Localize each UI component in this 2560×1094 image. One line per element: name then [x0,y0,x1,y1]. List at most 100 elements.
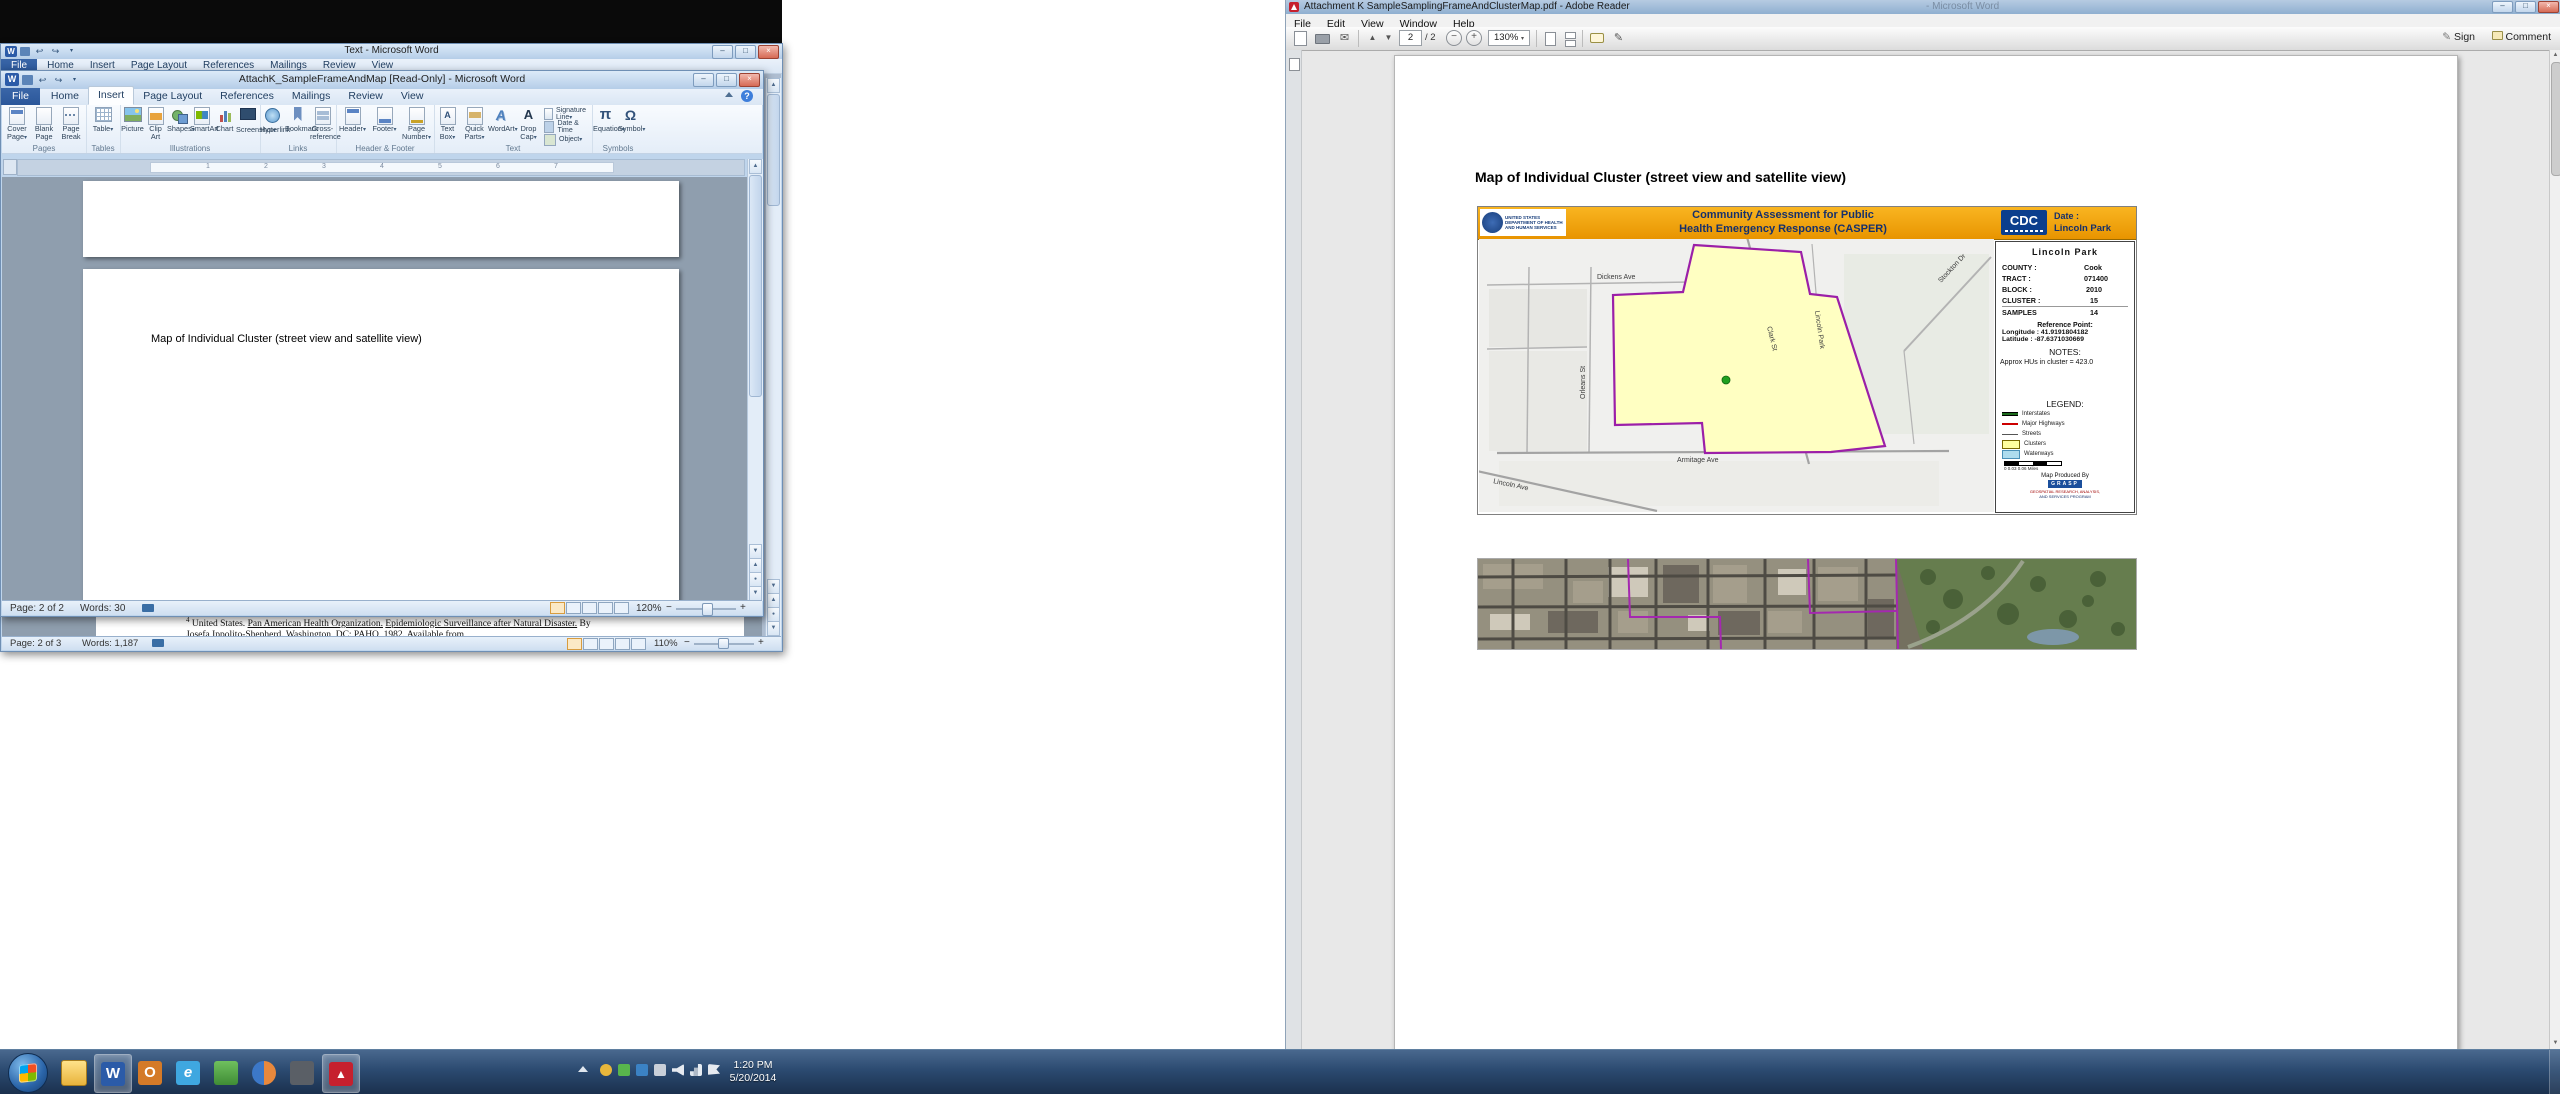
scroll-thumb[interactable] [2551,62,2560,176]
text-box-button[interactable]: A Text Box [434,106,461,143]
tab-file[interactable]: File [1,88,40,105]
scroll-thumb[interactable] [749,175,762,397]
clip-art-button[interactable]: Clip Art [144,106,167,141]
blank-page-button[interactable]: Blank Page [31,106,57,141]
action-center-flag-icon[interactable] [708,1064,720,1076]
chart-button[interactable]: Chart [213,106,236,133]
tray-icon-4[interactable] [654,1064,666,1076]
footer-button[interactable]: Footer [369,106,400,135]
scroll-up-button[interactable]: ▲ [749,159,762,174]
fullscreen-view-icon[interactable] [566,602,581,614]
zoom-slider-thumb[interactable] [718,638,729,649]
outline-view-icon[interactable] [615,638,630,650]
maximize-button[interactable]: □ [2515,1,2536,13]
continuous-view-icon[interactable] [1562,30,1579,47]
volume-icon[interactable] [672,1064,684,1076]
proofing-icon[interactable] [142,604,154,612]
page-2[interactable]: Map of Individual Cluster (street view a… [83,269,679,601]
screenshot-button[interactable]: Screenshot [236,106,259,136]
taskbar-icon-explorer[interactable] [56,1054,92,1091]
vertical-scrollbar[interactable]: ▲ ▼ ▲ ● ▼ [765,78,781,636]
minimize-button[interactable]: – [2492,1,2513,13]
date-time-button[interactable]: Date & Time [544,120,590,133]
print-layout-view-icon[interactable] [567,638,582,650]
proofing-icon[interactable] [152,639,164,647]
picture-button[interactable]: Picture [121,106,144,133]
restore-button[interactable]: □ [735,45,756,59]
signature-line-button[interactable]: Signature Line [544,107,590,120]
close-button[interactable]: × [739,73,760,87]
browse-object-button[interactable]: ● [767,607,780,622]
wordart-button[interactable]: A WordArt [488,106,515,135]
show-hidden-icons-button[interactable] [578,1066,588,1072]
header-button[interactable]: Header [337,106,368,135]
shapes-button[interactable]: Shapes [167,106,190,135]
email-icon[interactable]: ✉ [1336,30,1353,47]
prev-page-button[interactable]: ▲ [749,558,762,573]
page-thumbnails-icon[interactable] [1289,58,1300,71]
minimize-ribbon-icon[interactable] [725,92,733,97]
taskbar-icon-green-app[interactable] [208,1054,244,1091]
tab-references[interactable]: References [211,88,283,105]
scroll-down-button[interactable]: ▼ [767,579,780,594]
page-number-button[interactable]: Page Number [401,106,432,143]
zoom-level[interactable]: 110% [654,638,678,649]
hyperlink-button[interactable]: Hyperlink [260,106,285,134]
comment-bubble-icon[interactable] [1588,30,1605,47]
tab-selector[interactable] [3,159,17,175]
restore-button[interactable]: □ [716,73,737,87]
browse-object-button[interactable]: ● [749,572,762,587]
web-layout-view-icon[interactable] [599,638,614,650]
table-button[interactable]: Table [88,106,118,135]
equation-button[interactable]: π Equation [593,106,618,135]
tray-icon-2[interactable] [618,1064,630,1076]
prev-page-button[interactable]: ▲ [767,593,780,608]
next-page-button[interactable]: ▼ [749,586,762,601]
taskbar-icon-internet-explorer[interactable]: e [170,1054,206,1091]
print-layout-view-icon[interactable] [550,602,565,614]
minimize-button[interactable]: – [712,45,733,59]
cross-reference-button[interactable]: Cross-reference [310,106,335,141]
zoom-out-icon[interactable]: − [684,637,690,648]
taskbar-icon-word[interactable]: W [94,1054,132,1093]
zoom-in-icon[interactable]: + [740,602,746,613]
scroll-thumb[interactable] [767,94,780,206]
tab-insert[interactable]: Insert [88,86,134,105]
zoom-level[interactable]: 120% [636,603,662,614]
tray-icon-1[interactable] [600,1064,612,1076]
zoom-slider-thumb[interactable] [702,603,713,616]
tab-page-layout[interactable]: Page Layout [134,88,211,105]
scroll-down-button[interactable]: ▼ [2550,1038,2560,1049]
tab-review[interactable]: Review [339,88,391,105]
zoom-level-select[interactable]: 130% ▾ [1488,30,1530,46]
scroll-up-button[interactable]: ▲ [767,78,780,93]
titlebar[interactable]: W ↩ ↪ ▾ Text - Microsoft Word – □ × [1,44,782,60]
previous-page-icon[interactable]: ▲ [1364,30,1381,47]
taskbar-icon-outlook[interactable]: O [132,1054,168,1091]
sign-button[interactable]: ✎ Sign [2442,31,2475,43]
network-icon[interactable] [690,1064,702,1076]
print-icon[interactable] [1314,30,1331,47]
draft-view-icon[interactable] [614,602,629,614]
next-page-icon[interactable]: ▼ [1380,30,1397,47]
taskbar-icon-adobe-reader[interactable]: ▲ [322,1054,360,1093]
zoom-out-icon[interactable]: − [1446,30,1462,46]
page-indicator[interactable]: Page: 2 of 3 [10,638,61,649]
quick-parts-button[interactable]: Quick Parts [461,106,488,143]
page-break-button[interactable]: Page Break [58,106,84,141]
close-button[interactable]: × [2538,1,2559,13]
tray-icon-3[interactable] [636,1064,648,1076]
tab-mailings[interactable]: Mailings [283,88,340,105]
comment-button[interactable]: Comment [2492,31,2551,43]
show-desktop-button[interactable] [2549,1050,2560,1094]
word-count[interactable]: Words: 30 [80,603,125,614]
scroll-down-button[interactable]: ▼ [749,544,762,559]
vertical-scrollbar[interactable]: ▲ ▼ [2549,50,2560,1049]
zoom-in-icon[interactable]: + [1466,30,1482,46]
help-icon[interactable]: ? [741,90,753,102]
start-button[interactable] [8,1053,48,1093]
minimize-button[interactable]: – [693,73,714,87]
web-layout-view-icon[interactable] [582,602,597,614]
bookmark-button[interactable]: Bookmark [285,106,310,133]
page-number-input[interactable]: 2 [1399,30,1422,46]
